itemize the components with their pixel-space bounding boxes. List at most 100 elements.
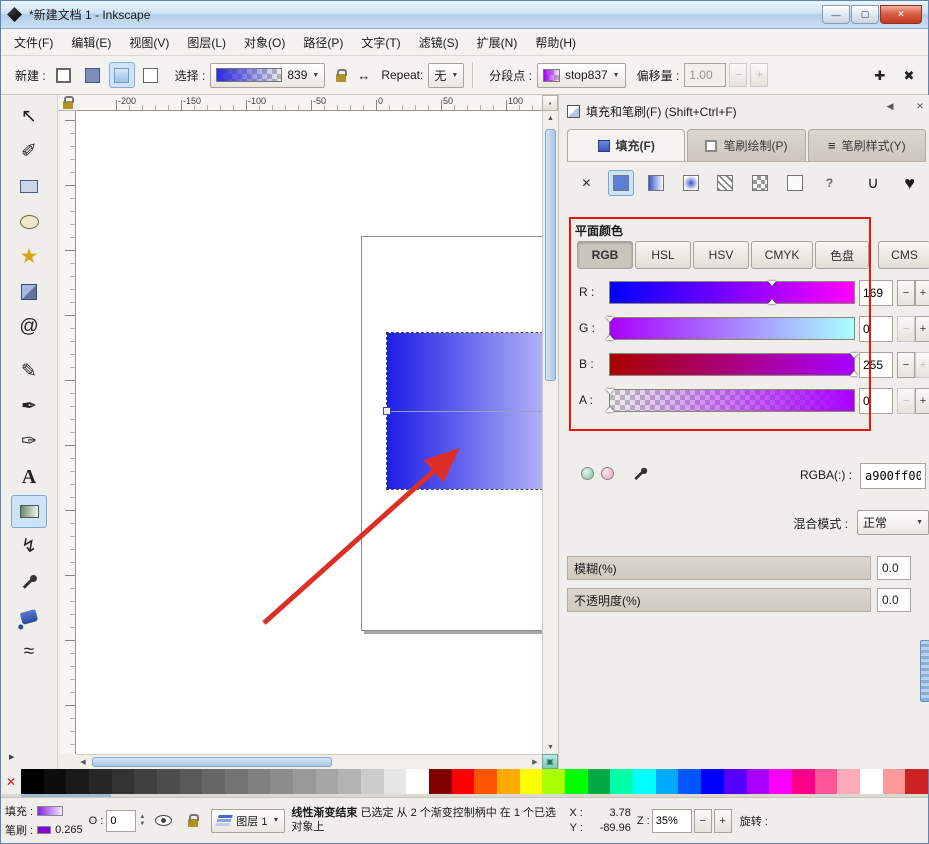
unknown-paint-button[interactable]: ? (816, 170, 843, 196)
delete-stop-button[interactable]: ✖ (896, 62, 922, 88)
calligraphy-tool-button[interactable]: ✑ (11, 425, 47, 458)
stop-select-dropdown[interactable]: stop837 ▼ (537, 63, 626, 88)
scroll-right-button[interactable]: ▶ (528, 755, 542, 769)
palette-swatch[interactable] (815, 769, 838, 794)
slider-marker[interactable] (850, 354, 859, 375)
vertical-scrollbar[interactable]: ▲ ▼ (542, 111, 558, 754)
palette-swatch[interactable] (316, 769, 339, 794)
fill-rule-nonzero-button[interactable]: ∪ (859, 170, 888, 196)
linear-gradient-paint-button[interactable] (642, 170, 669, 196)
box3d-tool-button[interactable] (11, 275, 47, 308)
star-tool-button[interactable]: ★ (11, 240, 47, 273)
a-slider[interactable] (609, 389, 855, 412)
repeat-dropdown[interactable]: 无 ▼ (428, 63, 464, 88)
color-tab-hsv[interactable]: HSV (693, 241, 749, 269)
palette-swatch[interactable] (270, 769, 293, 794)
tweak-tool-button[interactable]: ≈ (11, 635, 47, 668)
palette-swatch[interactable] (157, 769, 180, 794)
g-slider[interactable] (609, 317, 855, 340)
tab-fill[interactable]: 填充(F) (567, 129, 685, 161)
layer-lock-toggle[interactable] (181, 809, 205, 833)
menu-item-5[interactable]: 路径(P) (294, 29, 352, 56)
color-tab-hsl[interactable]: HSL (635, 241, 691, 269)
b-value-input[interactable] (859, 352, 893, 378)
gradient-tool-button[interactable] (11, 495, 47, 528)
color-tab-cms[interactable]: CMS (878, 241, 929, 269)
palette-swatch[interactable] (610, 769, 633, 794)
gradient-lock-button[interactable] (328, 62, 354, 88)
stroke-swatch[interactable] (37, 826, 51, 834)
swatch-green-icon[interactable] (581, 467, 594, 480)
menu-item-0[interactable]: 文件(F) (5, 29, 62, 56)
minimize-button[interactable]: — (822, 5, 850, 24)
dialog-close-button[interactable]: ✕ (911, 97, 929, 115)
palette-swatch[interactable] (724, 769, 747, 794)
apply-to-stroke-button[interactable] (138, 62, 164, 88)
node-tool-button[interactable]: ✐ (11, 135, 47, 168)
pattern-paint-button[interactable] (712, 170, 739, 196)
menu-item-7[interactable]: 滤镜(S) (410, 29, 468, 56)
layer-visibility-toggle[interactable] (151, 809, 175, 833)
offset-minus-button[interactable]: − (729, 63, 747, 87)
insert-stop-button[interactable]: ✚ (867, 62, 893, 88)
palette-swatch[interactable] (747, 769, 770, 794)
palette-swatch[interactable] (565, 769, 588, 794)
palette-no-color[interactable]: ✕ (1, 769, 21, 794)
b-slider[interactable] (609, 353, 855, 376)
pick-color-dropper-icon[interactable] (632, 466, 648, 482)
b-minus-button[interactable]: − (897, 352, 915, 378)
opacity-value[interactable]: 0.0 (877, 588, 911, 612)
vertical-scrollbar-thumb[interactable] (545, 129, 556, 381)
palette-swatch[interactable] (225, 769, 248, 794)
v-ruler[interactable] (60, 111, 76, 754)
palette-swatch[interactable] (792, 769, 815, 794)
slider-marker[interactable] (768, 282, 777, 303)
menu-item-8[interactable]: 扩展(N) (468, 29, 527, 56)
rectangle-tool-button[interactable] (11, 170, 47, 203)
palette-swatch[interactable] (293, 769, 316, 794)
r-value-input[interactable] (859, 280, 893, 306)
palette-swatch[interactable] (656, 769, 679, 794)
palette-swatch[interactable] (542, 769, 565, 794)
palette-swatch[interactable] (883, 769, 906, 794)
canvas-viewport[interactable] (76, 111, 542, 754)
g-plus-button[interactable]: + (915, 316, 929, 342)
palette-swatch[interactable] (905, 769, 928, 794)
offset-plus-button[interactable]: + (750, 63, 768, 87)
slider-marker[interactable] (606, 390, 615, 411)
zoom-out-button[interactable]: − (694, 809, 712, 833)
fill-swatch[interactable] (37, 806, 63, 816)
menu-item-6[interactable]: 文字(T) (352, 29, 409, 56)
maximize-button[interactable]: ▢ (851, 5, 879, 24)
palette-swatch[interactable] (429, 769, 452, 794)
palette-swatch[interactable] (769, 769, 792, 794)
dock-left-button[interactable]: ◀ (881, 97, 899, 115)
toolbox-expander[interactable]: ▸ (1, 750, 15, 763)
palette-swatch[interactable] (202, 769, 225, 794)
rgba-input[interactable] (860, 463, 926, 489)
dropper-tool-button[interactable] (11, 565, 47, 598)
close-button[interactable]: ✕ (880, 5, 922, 24)
palette-swatch[interactable] (66, 769, 89, 794)
r-plus-button[interactable]: + (915, 280, 929, 306)
menu-item-1[interactable]: 编辑(E) (62, 29, 120, 56)
spiral-tool-button[interactable]: @ (11, 310, 47, 343)
palette-swatch[interactable] (633, 769, 656, 794)
palette-swatch[interactable] (406, 769, 429, 794)
tab-stroke-paint[interactable]: 笔刷绘制(P) (687, 129, 805, 161)
scroll-left-button[interactable]: ◀ (76, 755, 90, 769)
selector-tool-button[interactable]: ↖ (11, 100, 47, 133)
palette-swatch[interactable] (361, 769, 384, 794)
tab-stroke-style[interactable]: ≡ 笔刷样式(Y) (808, 129, 926, 161)
bucket-tool-button[interactable] (11, 600, 47, 633)
fill-stroke-indicator[interactable]: 填充 : 笔刷 : 0.265 (5, 803, 83, 838)
menu-item-9[interactable]: 帮助(H) (526, 29, 585, 56)
gradient-stop-handle[interactable] (383, 407, 391, 415)
new-radial-gradient-button[interactable] (80, 62, 106, 88)
dock-scrollbar-thumb[interactable] (920, 640, 929, 702)
opacity-slider[interactable]: 不透明度(%) (567, 588, 871, 612)
opacity-spinner[interactable]: ▲▼ (139, 814, 145, 827)
a-plus-button[interactable]: + (915, 388, 929, 414)
gradient-rectangle-object[interactable] (387, 333, 542, 489)
palette-swatch[interactable] (248, 769, 271, 794)
